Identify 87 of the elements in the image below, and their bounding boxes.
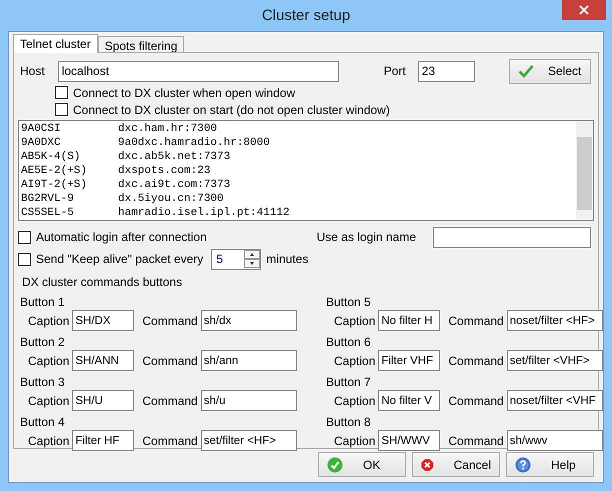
address-text[interactable]: dxc.ai9t.com:7373 [118,178,230,192]
button-group-title: Button 8 [326,415,372,429]
command-field[interactable]: sh/dx [200,310,297,331]
caption-field[interactable]: Filter VHF [378,350,440,371]
address-text[interactable]: dxc.ab5k.net:7373 [118,150,230,164]
spin-down-icon[interactable] [244,259,260,268]
caption-field[interactable]: No filter H [378,310,440,331]
caption-label: Caption [28,434,70,448]
command-label: Command [448,434,504,448]
tab[interactable]: Spots filtering [98,36,184,52]
checkbox-label: Automatic login after connection [36,230,207,244]
button-group-title: Button 5 [326,295,372,309]
section-heading: DX cluster commands buttons [22,275,184,291]
caption-label: Caption [334,394,376,408]
button-group-title: Button 2 [20,335,66,349]
caption-label: Caption [28,314,70,328]
caption-field[interactable]: SH/WWV [378,430,440,451]
checkbox[interactable] [18,252,31,266]
checkbox-label: Send "Keep alive" packet every [36,252,204,266]
dialog-button[interactable]: Cancel [412,452,500,477]
minutes-spinner[interactable]: 5 [211,248,262,270]
scrollbar[interactable] [576,121,593,220]
check-icon [327,456,343,472]
address-text[interactable]: dxc.ham.hr:7300 [118,122,218,136]
window-title: Cluster setup [262,7,350,24]
command-label: Command [448,354,504,368]
command-label: Command [448,394,504,408]
caption-field[interactable]: SH/DX [72,310,134,331]
caption-label: Caption [334,314,376,328]
caption-field[interactable]: SH/ANN [72,350,134,371]
callsign-text[interactable]: AB5K-4(S) [21,150,118,164]
callsign-text[interactable]: 9A0CSI [21,122,118,136]
caption-label: Caption [28,394,70,408]
command-field[interactable]: noset/filter <HF> [506,310,603,331]
caption-label: Caption [334,354,376,368]
address-text[interactable]: hamradio.isel.ipl.pt:41112 [118,206,290,220]
command-label: Command [142,434,198,448]
close-icon [421,456,434,472]
button-group-title: Button 4 [20,415,66,429]
spin-up-icon[interactable] [244,250,260,259]
host-field[interactable]: localhost [58,60,339,82]
help-icon [515,456,531,472]
command-field[interactable]: set/filter <VHF> [506,350,603,371]
caption-field[interactable]: No filter V [378,390,440,411]
dialog-button[interactable]: Help [506,452,594,477]
address-text[interactable]: 9a0dxc.hamradio.hr:8000 [118,136,270,150]
callsign-text[interactable]: BG2RVL-9 [21,192,118,206]
command-label: Command [142,354,198,368]
button-group-title: Button 1 [20,295,66,309]
checkbox[interactable] [18,230,31,244]
command-field[interactable]: sh/wwv [506,430,603,451]
minutes-label: minutes [266,252,308,266]
command-field[interactable]: sh/u [200,390,297,411]
close-icon [579,5,589,15]
checkbox[interactable] [55,103,68,116]
callsign-text[interactable]: 9A0DXC [21,136,118,150]
checkbox[interactable] [55,86,68,99]
button-group-title: Button 3 [20,375,66,389]
command-field[interactable]: sh/ann [200,350,297,371]
callsign-text[interactable]: AE5E-2(+S) [21,164,118,178]
callsign-text[interactable]: CS5SEL-5 [21,206,118,220]
button-group-title: Button 6 [326,335,372,349]
button-group-title: Button 7 [326,375,372,389]
command-label: Command [142,314,198,328]
login-name-field[interactable] [433,226,591,248]
command-field[interactable]: noset/filter <VHF [506,390,603,411]
callsign-text[interactable]: AI9T-2(+S) [21,178,118,192]
caption-field[interactable]: Filter HF [72,430,134,451]
command-label: Command [448,314,504,328]
caption-field[interactable]: SH/U [72,390,134,411]
address-text[interactable]: dxspots.com:23 [118,164,210,178]
checkbox-label: Connect to DX cluster on start (do not open cluster window) [73,102,390,116]
port-field[interactable]: 23 [418,60,475,82]
port-label: Port [384,64,406,78]
caption-label: Caption [28,354,70,368]
select-button[interactable]: Select [509,58,591,84]
command-field[interactable]: set/filter <HF> [200,430,297,451]
caption-label: Caption [334,434,376,448]
command-label: Command [142,394,198,408]
checkbox-label: Connect to DX cluster when open window [73,86,296,100]
host-label: Host [20,64,45,78]
login-name-label: Use as login name [316,230,416,244]
checkmark-icon [518,64,534,78]
tab[interactable]: Telnet cluster [13,34,98,53]
dialog-button[interactable]: OK [318,452,406,477]
address-text[interactable]: dx.5iyou.cn:7300 [118,192,224,206]
close-button[interactable] [562,0,606,20]
